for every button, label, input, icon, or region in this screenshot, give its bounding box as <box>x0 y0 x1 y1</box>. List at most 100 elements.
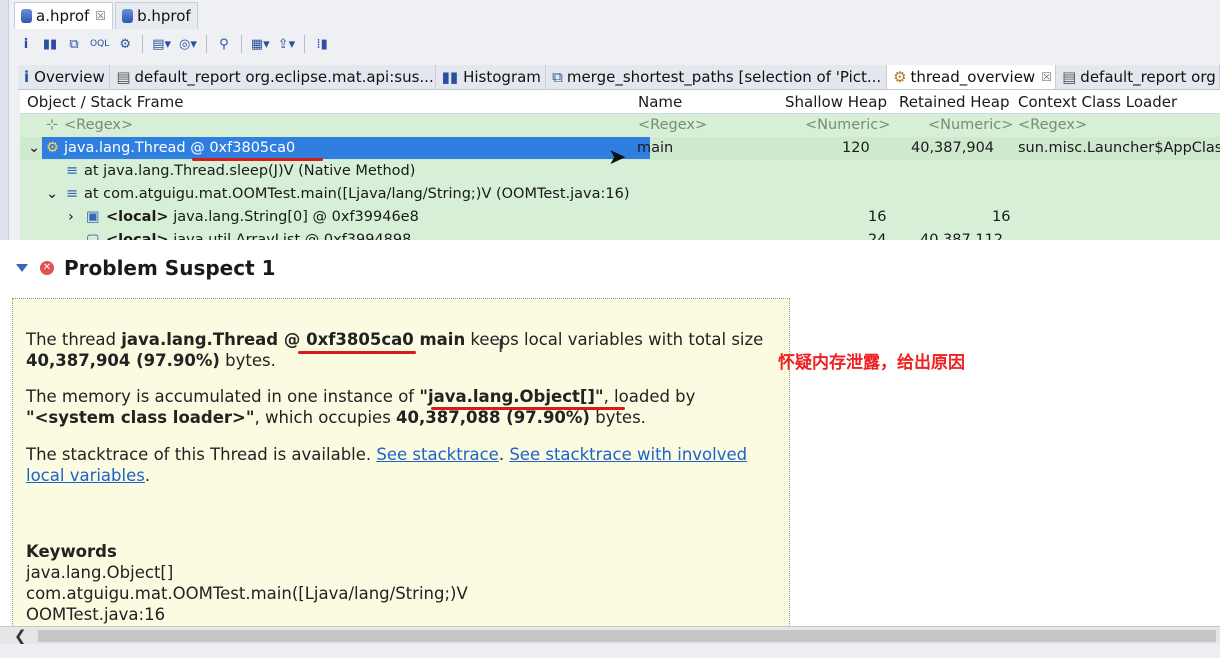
table-row[interactable]: ⌄ ≡ at com.atguigu.mat.OOMTest.main([Lja… <box>20 183 1220 206</box>
text: . <box>498 445 510 464</box>
text-cursor-icon: I <box>498 336 504 357</box>
text: , loaded by <box>603 387 696 406</box>
filter-object[interactable]: <Regex> <box>64 117 133 133</box>
close-icon[interactable]: ☒ <box>95 9 106 23</box>
filter-name[interactable]: <Regex> <box>638 117 707 133</box>
column-header-object[interactable]: Object / Stack Frame <box>27 93 183 111</box>
stack-frame-icon: ≡ <box>66 163 79 179</box>
regex-filter-icon: ⊹ <box>46 117 59 133</box>
column-header-class-loader[interactable]: Context Class Loader <box>1018 93 1177 111</box>
report-icon[interactable]: ▤▾ <box>150 34 173 54</box>
horizontal-scrollbar[interactable]: ❮ <box>0 626 1220 645</box>
array-icon: ▣ <box>86 209 100 225</box>
chevron-right-icon[interactable]: › <box>68 209 74 225</box>
tab-label: a.hprof <box>36 7 90 25</box>
scrollbar-thumb[interactable] <box>38 630 1216 642</box>
query-icon[interactable]: ◎▾ <box>177 34 199 54</box>
filter-row[interactable]: ⊹ <Regex> <Regex> <Numeric> <Numeric> <R… <box>20 114 1220 137</box>
left-strip <box>0 0 9 240</box>
filter-retained[interactable]: <Numeric> <box>928 117 1013 133</box>
filter-loader[interactable]: <Regex> <box>1018 117 1087 133</box>
search-icon[interactable]: ⚲ <box>214 34 234 54</box>
text: , which occupies <box>254 408 397 427</box>
text: bytes. <box>589 408 646 427</box>
stack-frame[interactable]: at com.atguigu.mat.OOMTest.main([Ljava/l… <box>84 186 630 202</box>
tab-default-report[interactable]: ▤ default_report org.eclipse.mat.api:sus… <box>110 65 436 89</box>
problem-suspect-box: The thread java.lang.Thread @ 0xf3805ca0… <box>12 298 790 640</box>
thread-ref: java.lang.Thread @ 0xf3805ca0 main <box>121 330 466 349</box>
tab-histogram[interactable]: ▮▮ Histogram <box>436 65 547 89</box>
tree-icon: ⧉ <box>552 68 563 86</box>
occupied-size: 40,387,088 (97.90%) <box>396 408 590 427</box>
text: The stacktrace of this Thread is availab… <box>26 445 377 464</box>
tab-default-report-2[interactable]: ▤ default_report org <box>1056 65 1220 89</box>
group-icon[interactable]: ⁞▮ <box>312 34 332 54</box>
local-shallow-heap: 24 <box>868 232 887 240</box>
table-row[interactable]: ▢ <local> java.util.ArrayList @ 0xf39948… <box>20 229 1220 240</box>
tab-label: default_report org.eclipse.mat.api:sus..… <box>134 68 434 86</box>
separator <box>142 35 144 53</box>
chevron-down-icon[interactable]: ⌄ <box>28 140 40 156</box>
tab-thread-overview[interactable]: ⚙ thread_overview ☒ <box>887 65 1057 89</box>
column-header-name[interactable]: Name <box>638 93 682 111</box>
text: . <box>144 466 151 485</box>
thread-icon: ⚙ <box>46 140 59 156</box>
collapse-triangle-icon[interactable] <box>16 264 28 272</box>
column-header-retained-heap[interactable]: Retained Heap <box>899 93 1009 111</box>
problem-suspect-heading[interactable]: ✕ Problem Suspect 1 <box>16 256 276 280</box>
tab-label: merge_shortest_paths [selection of 'Pict… <box>566 68 882 86</box>
histogram-icon: ▮▮ <box>441 68 459 86</box>
tab-b-hprof[interactable]: b.hprof <box>115 2 198 29</box>
close-icon[interactable]: ☒ <box>1041 70 1052 84</box>
text: keeps local variables with total size <box>465 330 764 349</box>
tab-merge-shortest-paths[interactable]: ⧉ merge_shortest_paths [selection of 'Pi… <box>546 65 888 89</box>
info-icon: i <box>24 68 30 86</box>
local-shallow-heap: 16 <box>868 209 887 225</box>
tab-overview[interactable]: i Overview <box>18 65 111 89</box>
table-row[interactable]: › ▣ <local> java.lang.String[0] @ 0xf399… <box>20 206 1220 229</box>
gear-icon: ⚙ <box>893 68 907 86</box>
thread-object[interactable]: java.lang.Thread @ 0xf3805ca0 <box>64 140 295 156</box>
separator <box>205 35 207 53</box>
keyword: com.atguigu.mat.OOMTest.main([Ljava/lang… <box>26 584 468 603</box>
oql-icon[interactable]: OQL <box>88 34 111 54</box>
dominator-tree-icon[interactable]: ⧉ <box>64 34 84 54</box>
red-underline-annotation <box>192 158 323 161</box>
report-pane: ✕ Problem Suspect 1 The thread java.lang… <box>0 240 1220 640</box>
text: The memory is accumulated in one instanc… <box>26 387 420 406</box>
local-retained-heap: 40,387,112 <box>920 232 1004 240</box>
info-icon[interactable]: i <box>16 34 36 54</box>
report-icon: ▤ <box>116 68 131 86</box>
red-underline-annotation <box>431 407 625 410</box>
keyword: java.lang.Object[] <box>26 563 174 582</box>
scroll-left-icon[interactable]: ❮ <box>14 627 27 645</box>
local-tag: <local> <box>106 209 169 225</box>
gear-icon[interactable]: ⚙ <box>115 34 135 54</box>
database-icon <box>122 9 134 23</box>
see-stacktrace-variables-link[interactable]: See stacktrace with involved <box>509 445 747 464</box>
problem-suspect-title: Problem Suspect 1 <box>64 256 276 280</box>
stack-frame[interactable]: at java.lang.Thread.sleep(J)V (Native Me… <box>84 163 415 179</box>
see-stacktrace-link[interactable]: See stacktrace <box>376 445 498 464</box>
keywords-section: Keywords java.lang.Object[] com.atguigu.… <box>26 541 468 625</box>
thread-retained-heap: 40,387,904 <box>911 140 995 156</box>
filter-shallow[interactable]: <Numeric> <box>805 117 890 133</box>
stack-frame-icon: ≡ <box>66 186 79 202</box>
text: The thread <box>26 330 122 349</box>
calculator-icon[interactable]: ▦▾ <box>249 34 272 54</box>
error-icon: ✕ <box>40 261 54 275</box>
local-variable[interactable]: <local> java.util.ArrayList @ 0xf3994898 <box>106 232 411 240</box>
keyword: OOMTest.java:16 <box>26 605 166 624</box>
chevron-down-icon[interactable]: ⌄ <box>46 186 58 202</box>
thread-table: Object / Stack Frame Name Shallow Heap R… <box>20 90 1220 240</box>
histogram-icon[interactable]: ▮▮ <box>40 34 60 54</box>
export-icon[interactable]: ⇪▾ <box>276 34 297 54</box>
see-stacktrace-variables-link[interactable]: local variables <box>26 466 145 485</box>
thread-class-loader: sun.misc.Launcher$AppClas <box>1018 140 1220 156</box>
heap-dump-editor: a.hprof ☒ b.hprof i ▮▮ ⧉ OQL ⚙ ▤▾ ◎▾ ⚲ ▦… <box>0 0 1220 240</box>
column-header-shallow-heap[interactable]: Shallow Heap <box>785 93 887 111</box>
local-text: java.util.ArrayList @ 0xf3994898 <box>168 232 412 240</box>
annotation-note: 怀疑内存泄露，给出原因 <box>778 353 965 373</box>
local-variable[interactable]: <local> java.lang.String[0] @ 0xf39946e8 <box>106 209 419 225</box>
tab-a-hprof[interactable]: a.hprof ☒ <box>14 2 114 29</box>
